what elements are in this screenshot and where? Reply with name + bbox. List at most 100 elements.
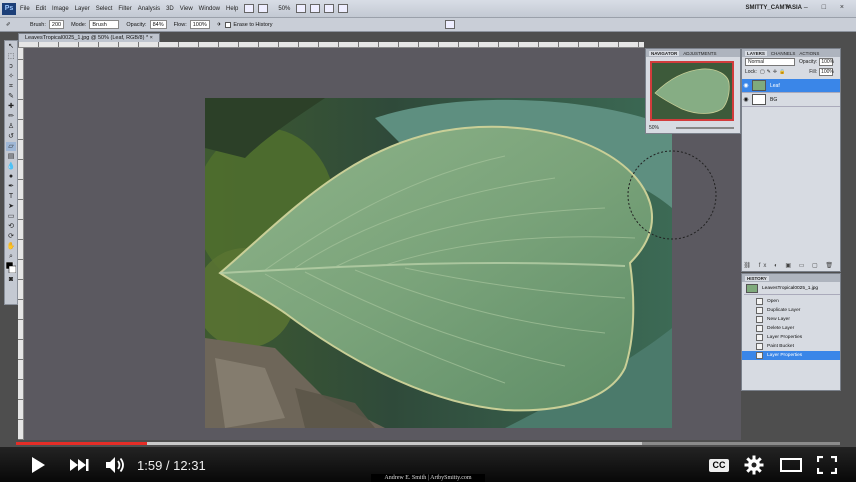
history-step[interactable]: Duplicate Layer	[742, 306, 840, 315]
theater-mode-button[interactable]	[779, 455, 803, 475]
mini-bridge-icon[interactable]	[258, 4, 269, 13]
volume-icon	[106, 457, 124, 473]
navigator-zoom-slider[interactable]	[676, 127, 734, 129]
eye-icon[interactable]: ◉	[742, 82, 750, 89]
tab-history[interactable]: HISTORY	[745, 275, 769, 281]
hand-tool-icon[interactable]: ✋	[6, 242, 16, 251]
quick-select-tool-icon[interactable]: ✧	[6, 72, 16, 81]
clone-stamp-tool-icon[interactable]: ♙	[6, 122, 16, 131]
opacity-label: Opacity:	[126, 21, 147, 28]
bridge-icon[interactable]	[244, 4, 255, 13]
marquee-tool-icon[interactable]: ⬚	[6, 52, 16, 61]
history-step[interactable]: Open	[742, 297, 840, 306]
layers-panel: LAYERS CHANNELS ACTIONS Normal Opacity: …	[741, 48, 841, 272]
erase-history-checkbox[interactable]	[225, 21, 232, 28]
blur-tool-icon[interactable]: 💧	[6, 162, 16, 171]
shape-tool-icon[interactable]: ▭	[6, 212, 16, 221]
history-step-label: Paint Bucket	[767, 344, 794, 349]
menu-help[interactable]: Help	[226, 6, 238, 12]
history-step-icon	[756, 298, 763, 305]
menu-analysis[interactable]: Analysis	[138, 6, 160, 12]
brush-tool-icon[interactable]: ✏	[6, 112, 16, 121]
navigator-thumbnail[interactable]	[650, 61, 734, 121]
lasso-tool-icon[interactable]: ↄ	[6, 62, 16, 71]
layer-row-bg[interactable]: ◉ BG	[742, 93, 840, 107]
menu-select[interactable]: Select	[96, 6, 113, 12]
video-progress-bar[interactable]	[16, 442, 840, 445]
fill-field[interactable]: 100%	[819, 68, 834, 76]
eye-icon[interactable]: ◉	[742, 96, 750, 103]
tab-actions[interactable]: ACTIONS	[799, 51, 819, 56]
color-swatches-icon[interactable]	[5, 261, 17, 274]
history-brush-tool-icon[interactable]: ↺	[6, 132, 16, 141]
menu-3d[interactable]: 3D	[166, 6, 174, 12]
hand-tool-icon[interactable]	[296, 4, 307, 13]
tab-navigator[interactable]: NAVIGATOR	[649, 50, 680, 56]
screen-mode-icon[interactable]	[338, 4, 349, 13]
menu-edit[interactable]: Edit	[36, 6, 46, 12]
menu-bar: Ps File Edit Image Layer Select Filter A…	[0, 0, 856, 18]
dodge-tool-icon[interactable]: ●	[6, 172, 16, 181]
brush-cursor-circle	[627, 150, 717, 240]
fill-label: Fill:	[809, 69, 818, 75]
fullscreen-button[interactable]	[815, 455, 839, 475]
airbrush-icon[interactable]: ✈	[217, 22, 222, 28]
blend-mode-select[interactable]: Normal	[745, 58, 795, 66]
play-icon	[32, 457, 45, 473]
mode-select[interactable]: Brush	[89, 20, 120, 29]
flow-field[interactable]: 100%	[189, 20, 210, 29]
menu-window[interactable]: Window	[199, 6, 220, 12]
menu-image[interactable]: Image	[52, 6, 69, 12]
settings-button[interactable]	[743, 455, 765, 475]
menu-filter[interactable]: Filter	[118, 6, 131, 12]
lock-icons[interactable]: ▢✎✛🔒	[760, 69, 787, 75]
healing-tool-icon[interactable]: ✚	[6, 102, 16, 111]
opacity-field[interactable]: 84%	[149, 20, 167, 29]
history-step-icon	[756, 325, 763, 332]
move-tool-icon[interactable]: ↖	[6, 42, 16, 51]
layer-row-leaf[interactable]: ◉ Leaf	[742, 79, 840, 93]
eraser-tool-icon[interactable]: ▱	[6, 142, 16, 151]
type-tool-icon[interactable]: T	[6, 192, 16, 201]
next-button[interactable]	[66, 455, 92, 475]
captions-button[interactable]: CC	[709, 459, 729, 472]
arrange-documents-icon[interactable]	[324, 4, 335, 13]
tab-layers[interactable]: LAYERS	[745, 50, 767, 56]
eraser-tool-preset-icon[interactable]: ✐	[6, 22, 16, 28]
zoom-level[interactable]: 50%	[278, 6, 290, 12]
window-controls[interactable]: ▾ – □ ×	[786, 3, 850, 11]
navigator-zoom[interactable]: 50%	[649, 125, 659, 131]
play-button[interactable]	[26, 455, 50, 475]
next-icon	[70, 459, 89, 471]
menu-view[interactable]: View	[180, 6, 193, 12]
path-select-tool-icon[interactable]: ➤	[6, 202, 16, 211]
layers-footer-icons[interactable]: ⛓ fx ◐ ▣ ▭ ▢ 🗑	[742, 262, 840, 269]
history-snapshot[interactable]: LeavesTropical0025_1.jpg	[744, 283, 840, 295]
zoom-tool-icon[interactable]: ⌕	[6, 252, 16, 261]
video-frame[interactable]: Ps File Edit Image Layer Select Filter A…	[0, 0, 856, 482]
video-time: 1:59 / 12:31	[137, 458, 206, 473]
crop-tool-icon[interactable]: ⌗	[6, 82, 16, 91]
tab-adjustments[interactable]: ADJUSTMENTS	[683, 51, 716, 56]
tab-channels[interactable]: CHANNELS	[771, 51, 796, 56]
menu-layer[interactable]: Layer	[75, 6, 90, 12]
gradient-tool-icon[interactable]: ▤	[6, 152, 16, 161]
history-step[interactable]: Layer Properties	[742, 333, 840, 342]
history-step[interactable]: New Layer	[742, 315, 840, 324]
3d-rotate-tool-icon[interactable]: ⟲	[6, 222, 16, 231]
history-step[interactable]: Paint Bucket	[742, 342, 840, 351]
quick-mask-icon[interactable]: ◙	[6, 275, 16, 284]
layer-opacity-field[interactable]: 100%	[819, 58, 834, 66]
volume-button[interactable]	[104, 455, 128, 475]
history-step[interactable]: Delete Layer	[742, 324, 840, 333]
history-step-selected[interactable]: Layer Properties	[742, 351, 840, 360]
zoom-tool-icon[interactable]	[310, 4, 321, 13]
document-tab[interactable]: LeavesTropical0025_1.jpg @ 50% (Leaf, RG…	[18, 33, 160, 42]
pen-tool-icon[interactable]: ✒	[6, 182, 16, 191]
menu-file[interactable]: File	[20, 6, 30, 12]
3d-orbit-tool-icon[interactable]: ⟳	[6, 232, 16, 241]
leaf-photo[interactable]	[205, 98, 672, 428]
eyedropper-tool-icon[interactable]: ✎	[6, 92, 16, 101]
tablet-pressure-icon[interactable]	[444, 20, 455, 29]
brush-size-picker[interactable]: 200	[48, 20, 65, 29]
